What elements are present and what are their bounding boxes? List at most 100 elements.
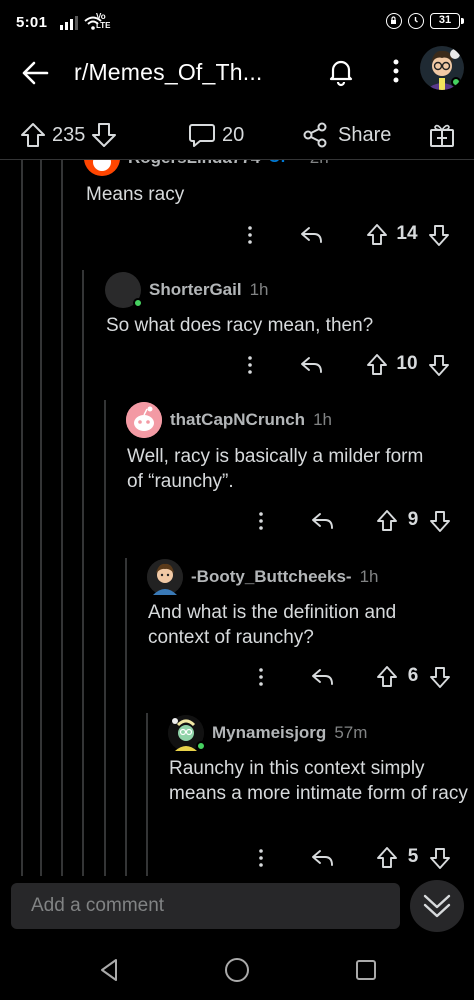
online-indicator <box>196 741 206 751</box>
more-vertical-icon <box>393 59 399 83</box>
downvote-button[interactable] <box>426 221 452 249</box>
nav-back-button[interactable] <box>94 954 126 986</box>
share-button[interactable]: Share <box>302 120 391 150</box>
upvote-button[interactable] <box>364 351 390 379</box>
comment-avatar[interactable] <box>105 272 143 308</box>
arrow-down-icon[interactable] <box>91 122 117 148</box>
comment-author[interactable]: Mynameisjorg <box>212 723 326 743</box>
award-button[interactable] <box>428 120 456 150</box>
comment-author[interactable]: thatCapNCrunch <box>170 410 305 430</box>
op-badge: OP <box>268 160 291 167</box>
comment-header: Mynameisjorg 57m <box>168 713 367 753</box>
share-label: Share <box>338 123 392 146</box>
comment-avatar[interactable] <box>168 715 206 751</box>
notifications-button[interactable] <box>326 56 360 90</box>
comment-author[interactable]: RogersLinda774 <box>128 160 260 168</box>
reply-arrow-icon <box>312 850 333 866</box>
gift-icon <box>430 124 454 147</box>
reply-button[interactable] <box>309 663 337 691</box>
comment-time: 1h <box>313 410 332 429</box>
more-vertical-icon <box>259 668 263 686</box>
comment-more-button[interactable] <box>247 663 275 691</box>
comment-score: 9 <box>407 509 419 530</box>
comment-header: -Booty_Buttcheeks- 1h <box>147 557 379 597</box>
thread-line <box>146 713 148 876</box>
reply-arrow-icon <box>312 669 333 685</box>
comment-header: ShorterGail 1h <box>105 270 269 310</box>
comment-text: Well, racy is basically a milder form of… <box>127 446 424 492</box>
snoo-avatar-icon <box>126 402 162 438</box>
speech-bubble-icon <box>189 124 215 147</box>
arrow-down-icon <box>430 667 450 688</box>
comment-avatar[interactable] <box>84 160 120 176</box>
comment-actions: 9 <box>247 507 457 535</box>
comment-more-button[interactable] <box>247 844 275 872</box>
comment-thread: RogersLinda774 OP · 2h Means racy 14 <box>0 160 474 876</box>
downvote-button[interactable] <box>427 844 453 872</box>
comment-score: 5 <box>407 846 419 867</box>
comment-more-button[interactable] <box>236 221 264 249</box>
circle-home-icon <box>225 958 249 982</box>
upvote-button[interactable] <box>364 221 390 249</box>
share-icon <box>303 122 327 148</box>
status-time: 5:01 <box>16 14 48 31</box>
downvote-button[interactable] <box>426 351 452 379</box>
downvote-button[interactable] <box>427 663 453 691</box>
thread-line <box>104 400 106 876</box>
arrow-down-icon <box>430 511 450 532</box>
comment-actions: 5 <box>247 844 457 872</box>
reply-button[interactable] <box>309 507 337 535</box>
arrow-down-icon <box>429 355 449 376</box>
thread-line <box>125 558 127 876</box>
reply-button[interactable] <box>298 221 326 249</box>
comment-avatar[interactable] <box>126 402 162 438</box>
battery-icon: 31 <box>430 13 464 29</box>
comment-author[interactable]: -Booty_Buttcheeks- <box>191 567 352 587</box>
status-bar: 5:01 Vo LTE 31 <box>0 0 474 44</box>
arrow-up-icon <box>377 510 397 531</box>
online-indicator <box>451 77 461 87</box>
arrow-down-icon <box>430 848 450 869</box>
comments-button[interactable]: 20 <box>188 120 244 150</box>
more-vertical-icon <box>248 356 252 374</box>
comment-author[interactable]: ShorterGail <box>149 280 242 300</box>
nav-recents-button[interactable] <box>350 954 382 986</box>
arrow-up-icon <box>377 666 397 687</box>
comment-text: Raunchy in this context simply means a m… <box>169 758 468 804</box>
comment-header: RogersLinda774 OP · 2h <box>84 160 329 178</box>
alarm-icon <box>408 13 424 29</box>
comment-text: Means racy <box>86 184 185 205</box>
back-button[interactable] <box>20 58 54 88</box>
subreddit-title[interactable]: r/Memes_Of_Th... <box>74 59 263 86</box>
app-bar: r/Memes_Of_Th... <box>0 44 474 104</box>
upvote-button[interactable] <box>374 663 400 691</box>
upvote-button[interactable] <box>374 507 400 535</box>
collapse-thread-button[interactable] <box>410 880 464 932</box>
comment-text: So what does racy mean, then? <box>106 315 374 336</box>
add-comment-input[interactable]: Add a comment <box>11 883 400 929</box>
comment-more-button[interactable] <box>247 507 275 535</box>
arrow-up-icon <box>367 354 387 375</box>
more-options-button[interactable] <box>383 56 409 90</box>
comment-actions: 10 <box>236 351 458 379</box>
status-right: 31 <box>386 13 464 29</box>
upvote-button[interactable] <box>374 844 400 872</box>
lock-rotation-icon <box>386 13 402 29</box>
nav-home-button[interactable] <box>221 954 253 986</box>
comment-more-button[interactable] <box>236 351 264 379</box>
arrow-up-icon <box>377 847 397 868</box>
arrow-up-icon[interactable] <box>20 122 46 148</box>
volte-indicator: Vo LTE <box>96 12 111 30</box>
reply-arrow-icon <box>301 227 322 243</box>
arrow-left-icon <box>22 61 49 85</box>
reply-arrow-icon <box>301 357 322 373</box>
reply-button[interactable] <box>309 844 337 872</box>
comment-time: · 2h <box>299 160 328 168</box>
reply-button[interactable] <box>298 351 326 379</box>
arrow-up-icon <box>367 224 387 245</box>
user-avatar[interactable] <box>420 46 464 90</box>
thread-line <box>61 160 63 876</box>
downvote-button[interactable] <box>427 507 453 535</box>
triangle-back-icon <box>101 959 117 981</box>
comment-avatar[interactable] <box>147 559 183 595</box>
